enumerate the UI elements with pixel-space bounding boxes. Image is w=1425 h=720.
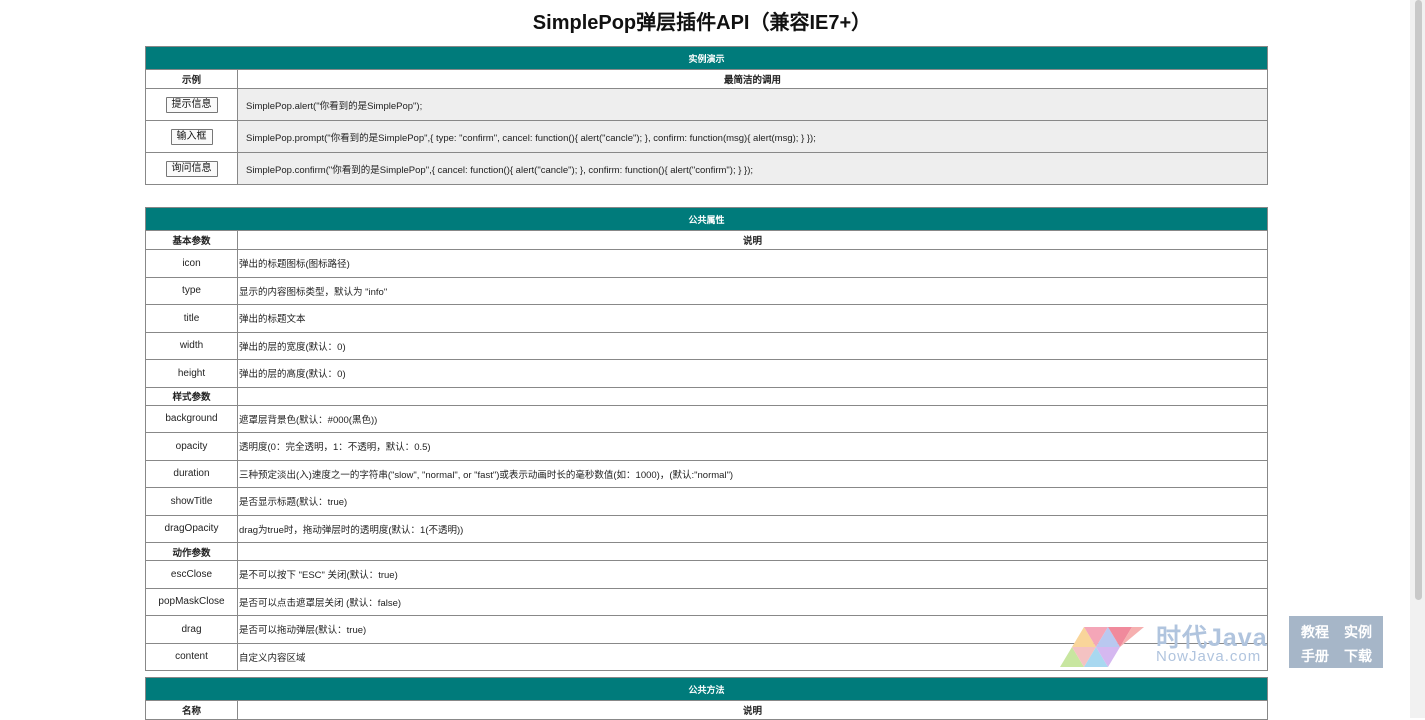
- prop-name: drag: [145, 615, 238, 644]
- style-group-label: 样式参数: [145, 386, 238, 406]
- watermark: 时代Java NowJava.com 教程 实例 手册 下载: [1060, 616, 1390, 670]
- prop-name: popMaskClose: [145, 587, 238, 616]
- methods-col-desc: 说明: [237, 700, 1268, 720]
- confirm-code: SimplePop.confirm("你看到的是SimplePop",{ can…: [237, 152, 1268, 185]
- prop-name: opacity: [145, 432, 238, 461]
- alert-demo-button[interactable]: 提示信息: [165, 96, 218, 113]
- prop-desc: drag为true时，拖动弹层时的透明度(默认：1(不透明)): [237, 514, 1268, 543]
- table-row: 输入框 SimplePop.prompt("你看到的是SimplePop",{ …: [145, 120, 1268, 153]
- page-title: SimplePop弹层插件API（兼容IE7+）: [532, 12, 872, 34]
- action-group-label: 动作参数: [145, 542, 238, 561]
- methods-col-name: 名称: [145, 700, 238, 720]
- methods-section: 公共方法 名称 说明: [145, 677, 1268, 720]
- table-row: title 弹出的标题文本: [145, 304, 1268, 333]
- table-row: 询问信息 SimplePop.confirm("你看到的是SimplePop",…: [145, 152, 1268, 185]
- prop-name: width: [145, 331, 238, 360]
- triangle-logo-icon: [1060, 627, 1144, 667]
- prop-name: showTitle: [145, 487, 238, 516]
- table-row: 提示信息 SimplePop.alert("你看到的是SimplePop");: [145, 88, 1268, 121]
- prop-desc: 是否显示标题(默认：true): [237, 487, 1268, 516]
- table-row: opacity 透明度(0：完全透明，1：不透明，默认：0.5): [145, 432, 1268, 461]
- table-row: dragOpacity drag为true时，拖动弹层时的透明度(默认：1(不透明…: [145, 514, 1268, 543]
- prop-name: height: [145, 359, 238, 388]
- prop-desc: 透明度(0：完全透明，1：不透明，默认：0.5): [237, 432, 1268, 461]
- prop-desc: 弹出的标题文本: [237, 304, 1268, 333]
- watermark-box: 教程 实例 手册 下载: [1289, 616, 1383, 668]
- prop-name: dragOpacity: [145, 514, 238, 543]
- watermark-label: 教程: [1301, 624, 1329, 640]
- props-table: 公共属性 基本参数 说明 icon 弹出的标题图标(图标路径) type 显示的内容…: [145, 207, 1268, 671]
- watermark-domain: NowJava.com: [1156, 648, 1262, 665]
- prop-desc: 是不可以按下 "ESC" 关闭(默认：true): [237, 560, 1268, 589]
- props-col-basic: 基本参数: [145, 230, 238, 250]
- prop-desc: 弹出的层的高度(默认：0): [237, 359, 1268, 388]
- demo-table: 实例演示 示例 最简洁的调用 提示信息 SimplePop.alert("你看到…: [145, 46, 1268, 185]
- watermark-label: 手册: [1301, 648, 1329, 664]
- watermark-label: 实例: [1344, 624, 1372, 640]
- demo-band: 实例演示: [145, 46, 1268, 70]
- table-row: showTitle 是否显示标题(默认：true): [145, 487, 1268, 516]
- demo-col-simplest: 最简洁的调用: [237, 69, 1268, 89]
- prop-name: content: [145, 642, 238, 671]
- confirm-demo-button[interactable]: 询问信息: [165, 160, 218, 177]
- prompt-demo-button[interactable]: 输入框: [170, 128, 213, 145]
- prop-name: title: [145, 304, 238, 333]
- scrollbar-thumb[interactable]: [1415, 0, 1422, 600]
- prop-name: icon: [145, 249, 238, 278]
- table-row: height 弹出的层的高度(默认：0): [145, 359, 1268, 388]
- prompt-code: SimplePop.prompt("你看到的是SimplePop",{ type…: [237, 120, 1268, 153]
- prop-desc: 遮罩层背景色(默认：#000(黑色)): [237, 404, 1268, 433]
- table-row: escClose 是不可以按下 "ESC" 关闭(默认：true): [145, 560, 1268, 589]
- prop-desc: 是否可以点击遮罩层关闭 (默认：false): [237, 587, 1268, 616]
- alert-code: SimplePop.alert("你看到的是SimplePop");: [237, 88, 1268, 121]
- prop-desc: 弹出的层的宽度(默认：0): [237, 331, 1268, 360]
- group-row: 动作参数: [145, 542, 1268, 561]
- prop-desc: 三种预定淡出(入)速度之一的字符串("slow", "normal", or "…: [237, 459, 1268, 488]
- prop-desc: 弹出的标题图标(图标路径): [237, 249, 1268, 278]
- table-row: background 遮罩层背景色(默认：#000(黑色)): [145, 404, 1268, 433]
- props-band: 公共属性: [145, 207, 1268, 231]
- table-row: duration 三种预定淡出(入)速度之一的字符串("slow", "norma…: [145, 459, 1268, 488]
- demo-col-example: 示例: [145, 69, 238, 89]
- prop-desc: 显示的内容图标类型，默认为 "info": [237, 276, 1268, 305]
- prop-name: type: [145, 276, 238, 305]
- table-row: popMaskClose 是否可以点击遮罩层关闭 (默认：false): [145, 587, 1268, 616]
- prop-name: escClose: [145, 560, 238, 589]
- methods-table: 公共方法 名称 说明: [145, 677, 1268, 720]
- table-row: icon 弹出的标题图标(图标路径): [145, 249, 1268, 278]
- table-row: width 弹出的层的宽度(默认：0): [145, 331, 1268, 360]
- props-section: 公共属性 基本参数 说明 icon 弹出的标题图标(图标路径) type 显示的内容…: [145, 207, 1268, 671]
- prop-name: background: [145, 404, 238, 433]
- table-row: type 显示的内容图标类型，默认为 "info": [145, 276, 1268, 305]
- demo-section: 实例演示 示例 最简洁的调用 提示信息 SimplePop.alert("你看到…: [145, 46, 1268, 185]
- props-col-desc: 说明: [237, 230, 1268, 250]
- prop-name: duration: [145, 459, 238, 488]
- group-row: 样式参数: [145, 386, 1268, 406]
- watermark-label: 下载: [1344, 648, 1372, 664]
- vertical-scrollbar[interactable]: [1410, 0, 1425, 718]
- methods-band: 公共方法: [145, 677, 1268, 701]
